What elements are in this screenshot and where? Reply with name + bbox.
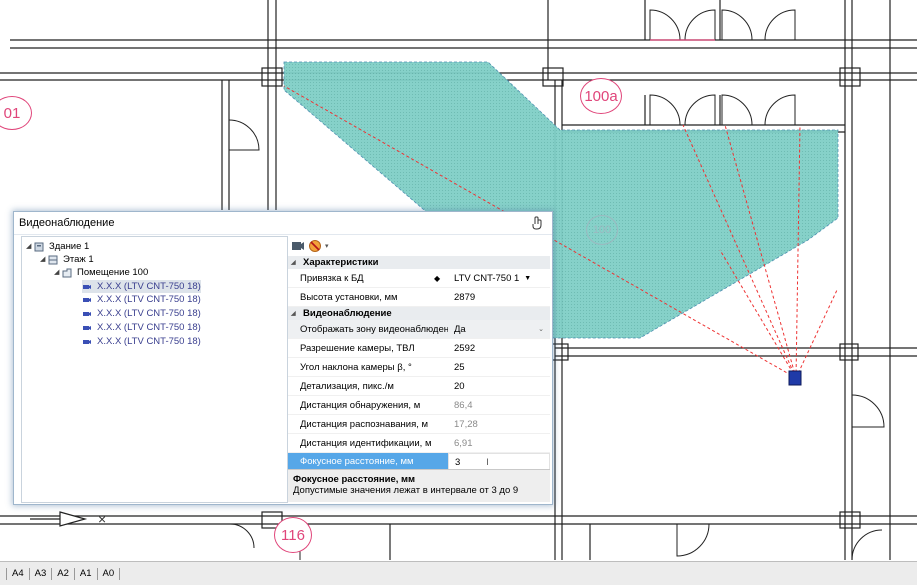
expand-icon[interactable]: ◢ — [40, 253, 48, 266]
sheet-tab-a4[interactable]: A4 — [7, 567, 30, 580]
no-sort-icon[interactable] — [308, 239, 322, 253]
collapse-icon[interactable]: ◢ — [288, 310, 303, 317]
tabs-separator — [0, 567, 7, 580]
prop-value-text: Да — [454, 323, 466, 335]
tree-node-floor[interactable]: ◢ Этаж 1 — [40, 253, 94, 266]
tree-label-building: Здание 1 — [49, 241, 90, 252]
x-symbol: × — [98, 511, 106, 527]
help-title: Фокусное расстояние, мм — [293, 474, 416, 485]
video-surveillance-panel: Видеонаблюдение ◢ Здание 1 ◢ Этаж 1 ◢ По… — [13, 211, 553, 505]
room-label-100a: 100a — [580, 78, 622, 114]
collapse-icon[interactable]: ◢ — [288, 259, 303, 266]
text-cursor-icon: I — [486, 456, 489, 468]
toolbar-dropdown-icon[interactable]: ▾ — [325, 242, 329, 250]
prop-row-tilt-angle[interactable]: Угол наклона камеры β, ° 25 — [288, 358, 550, 377]
camera-icon — [83, 297, 91, 302]
prop-name: Дистанция идентификации, м — [300, 437, 432, 449]
categorized-view-icon[interactable] — [291, 239, 305, 253]
prop-value: 86,4 — [454, 399, 473, 411]
prop-name: Угол наклона камеры β, ° — [300, 361, 412, 373]
tree-node-camera[interactable]: X.X.X (LTV CNT-750 18) — [82, 321, 201, 334]
prop-name: Привязка к БД — [300, 272, 364, 284]
diamond-icon: ◆ — [434, 273, 441, 283]
prop-row-db-binding[interactable]: Привязка к БД ◆ LTV CNT-750 1 ▼ — [288, 269, 550, 288]
prop-value-text: 3 — [455, 456, 461, 468]
camera-icon — [83, 311, 91, 316]
help-text: Допустимые значения лежат в интервале от… — [293, 485, 519, 496]
tree-label-camera: X.X.X (LTV CNT-750 18) — [97, 336, 201, 347]
room-icon — [62, 268, 72, 277]
camera-icon — [83, 339, 91, 344]
sheet-tabs-bar: A4 A3 A2 A1 A0 — [0, 561, 917, 585]
tree-node-camera[interactable]: X.X.X (LTV CNT-750 18) — [82, 280, 201, 293]
tree-label-camera: X.X.X (LTV CNT-750 18) — [97, 281, 201, 292]
prop-name: Детализация, пикс./м — [300, 380, 394, 392]
prop-row-mount-height[interactable]: Высота установки, мм 2879 — [288, 288, 550, 307]
tree-node-building[interactable]: ◢ Здание 1 — [26, 240, 89, 253]
prop-value-db-binding[interactable]: ◆ LTV CNT-750 1 ▼ — [434, 272, 550, 284]
prop-value[interactable]: 2592 — [448, 343, 550, 354]
prop-row-detail[interactable]: Детализация, пикс./м 20 — [288, 377, 550, 396]
tree-node-camera[interactable]: X.X.X (LTV CNT-750 18) — [82, 335, 201, 348]
prop-name: Дистанция распознавания, м — [300, 418, 429, 430]
tree-label-camera: X.X.X (LTV CNT-750 18) — [97, 308, 201, 319]
prop-value[interactable]: 25 — [448, 362, 550, 373]
properties-grid: ▾ ◢ Характеристики Привязка к БД ◆ LTV C… — [288, 236, 550, 498]
property-help: Фокусное расстояние, мм Допустимые значе… — [288, 469, 550, 502]
sheet-tab-a3[interactable]: A3 — [30, 567, 53, 580]
sheet-tab-a1[interactable]: A1 — [75, 567, 98, 580]
room-label-116: 116 — [274, 517, 312, 553]
tree-label-camera: X.X.X (LTV CNT-750 18) — [97, 294, 201, 305]
prop-value: 17,28 — [454, 418, 478, 430]
prop-row-identification-distance[interactable]: Дистанция идентификации, м 6,91 — [288, 434, 550, 453]
camera-icon — [83, 284, 91, 289]
pin-icon[interactable] — [530, 216, 544, 230]
section-title: Видеонаблюдение — [303, 308, 392, 319]
prop-row-show-zone[interactable]: Отображать зону видеонаблюдения Да ⌄ — [288, 320, 550, 339]
prop-value: 6,91 — [454, 437, 473, 449]
camera-marker[interactable] — [788, 370, 802, 386]
prop-name: Разрешение камеры, ТВЛ — [300, 342, 415, 354]
prop-name: Высота установки, мм — [300, 291, 398, 303]
tree-label-room: Помещение 100 — [77, 267, 149, 278]
expand-icon[interactable]: ◢ — [26, 240, 34, 253]
panel-title: Видеонаблюдение — [19, 217, 115, 229]
chevron-down-icon[interactable]: ⌄ — [538, 325, 544, 333]
expand-icon[interactable]: ◢ — [54, 266, 62, 279]
tree-node-camera[interactable]: X.X.X (LTV CNT-750 18) — [82, 293, 201, 306]
tree-node-room[interactable]: ◢ Помещение 100 — [54, 266, 148, 279]
prop-value-text: LTV CNT-750 1 — [454, 272, 520, 284]
sheet-tab-a2[interactable]: A2 — [52, 567, 75, 580]
camera-icon — [83, 325, 91, 330]
prop-row-detection-distance[interactable]: Дистанция обнаружения, м 86,4 — [288, 396, 550, 415]
tree-node-camera[interactable]: X.X.X (LTV CNT-750 18) — [82, 307, 201, 320]
prop-row-recognition-distance[interactable]: Дистанция распознавания, м 17,28 — [288, 415, 550, 434]
section-video[interactable]: ◢ Видеонаблюдение — [288, 307, 550, 320]
object-tree[interactable]: ◢ Здание 1 ◢ Этаж 1 ◢ Помещение 100 X.X.… — [21, 236, 288, 503]
section-characteristics[interactable]: ◢ Характеристики — [288, 256, 550, 269]
tree-label-camera: X.X.X (LTV CNT-750 18) — [97, 322, 201, 333]
prop-value[interactable]: 2879 — [448, 292, 550, 303]
room-label-100: 100 — [586, 215, 618, 245]
floor-icon — [48, 255, 58, 264]
prop-name: Отображать зону видеонаблюдения — [300, 323, 448, 335]
prop-value-show-zone[interactable]: Да ⌄ — [448, 324, 550, 335]
section-title: Характеристики — [303, 257, 379, 268]
tree-label-floor: Этаж 1 — [63, 254, 94, 265]
panel-header: Видеонаблюдение — [14, 212, 552, 235]
sheet-tab-a0[interactable]: A0 — [98, 567, 121, 580]
building-icon — [34, 242, 44, 251]
prop-name: Дистанция обнаружения, м — [300, 399, 421, 411]
prop-value[interactable]: 20 — [448, 381, 550, 392]
dropdown-arrow-icon[interactable]: ▼ — [524, 275, 531, 282]
properties-toolbar: ▾ — [288, 236, 550, 256]
prop-row-resolution[interactable]: Разрешение камеры, ТВЛ 2592 — [288, 339, 550, 358]
